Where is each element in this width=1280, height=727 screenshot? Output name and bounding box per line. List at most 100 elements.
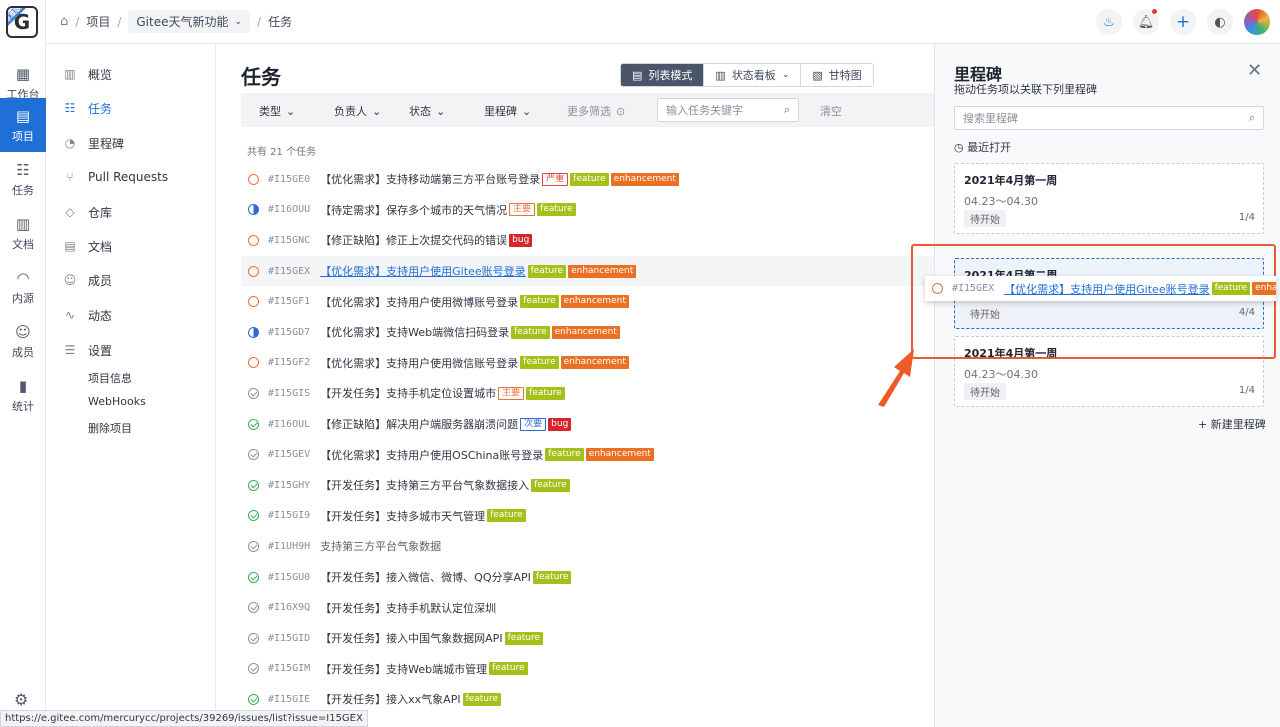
new-milestone-button[interactable]: + 新建里程碑 <box>1198 416 1266 432</box>
filter-assignee[interactable]: 负责人 ⌄ <box>334 103 381 119</box>
label-badge: 主要 <box>509 203 536 217</box>
issue-title[interactable]: 支持第三方平台气象数据 <box>320 538 441 554</box>
issue-title[interactable]: 【开发任务】支持第三方平台气象数据接入 <box>320 477 529 493</box>
breadcrumb-projects[interactable]: 项目 <box>86 13 110 30</box>
issue-title[interactable]: 【开发任务】支持多城市天气管理 <box>320 508 485 524</box>
table-row[interactable]: #I15GID 【开发任务】接入中国气象数据网API feature <box>241 623 934 654</box>
label-badge: 次要 <box>520 417 547 431</box>
nav-item-settings[interactable]: ☰ 设置 <box>46 338 215 362</box>
board-icon: ▥ <box>715 68 726 82</box>
label-badge: feature <box>532 570 572 584</box>
nav-item-milestones[interactable]: ◔ 里程碑 <box>46 131 215 155</box>
table-row[interactable]: #I16OUU 【待定需求】保存多个城市的天气情况 主要 feature <box>241 195 934 226</box>
page-title: 任务 <box>241 65 281 89</box>
table-row[interactable]: #I15GD7 【优化需求】支持Web端微信扫码登录 feature enhancem… <box>241 317 934 348</box>
rail-item-docs[interactable]: ▥ 文档 <box>0 206 46 260</box>
home-icon[interactable]: ⌂ <box>60 14 68 29</box>
avatar[interactable] <box>1244 9 1270 35</box>
label-badge: feature <box>520 356 559 370</box>
issue-title[interactable]: 【优化需求】支持移动端第三方平台账号登录 <box>320 171 540 187</box>
issue-title[interactable]: 【开发任务】支持手机定位设置城市 <box>320 385 496 401</box>
rail-item-members[interactable]: ☺ 成员 <box>0 314 46 368</box>
table-row[interactable]: #I15GEX 【优化需求】支持用户使用Gitee账号登录 feature enhan… <box>241 255 934 287</box>
view-list-button[interactable]: ▤ 列表模式 <box>621 64 705 86</box>
search-icon: ⌕ <box>1248 111 1255 124</box>
table-row[interactable]: #I15GNC 【修正缺陷】修正上次提交代码的错误 bug <box>241 225 934 256</box>
nav-item-overview[interactable]: ▥ 概览 <box>46 62 215 86</box>
status-done-icon <box>248 571 259 583</box>
close-icon[interactable]: ✕ <box>1247 60 1262 81</box>
doc-icon: ▥ <box>15 214 31 233</box>
table-row[interactable]: #I15GHY 【开发任务】支持第三方平台气象数据接入 feature <box>241 470 934 501</box>
task-search-input[interactable]: 输入任务关键字 ⌕ <box>657 98 799 122</box>
table-row[interactable]: #I15GIS 【开发任务】支持手机定位设置城市 主要 feature <box>241 378 934 409</box>
table-row[interactable]: #I15GI9 【开发任务】支持多城市天气管理 feature <box>241 501 934 532</box>
issue-title[interactable]: 【优化需求】支持Web端微信扫码登录 <box>320 324 509 340</box>
nav-sub-delete-project[interactable]: 删除项目 <box>88 420 132 436</box>
rail-item-stats[interactable]: ▮ 统计 <box>0 368 46 422</box>
plus-icon[interactable]: + <box>1170 9 1196 35</box>
palette-icon[interactable]: ◐ <box>1207 9 1233 35</box>
issue-id: #I15GHY <box>268 479 311 491</box>
issue-title[interactable]: 【待定需求】保存多个城市的天气情况 <box>320 202 507 218</box>
dragged-task[interactable]: #I15GEX 【优化需求】支持用户使用Gitee账号登录 feature en… <box>925 276 1276 301</box>
rail-item-projects[interactable]: ▤ 项目 <box>0 98 46 152</box>
project-switcher[interactable]: Gitee天气新功能 ⌄ <box>128 10 251 33</box>
issue-title[interactable]: 【开发任务】接入中国气象数据网API <box>320 630 502 646</box>
rail-item-innersource[interactable]: ◠ 内源 <box>0 260 46 314</box>
filter-milestone[interactable]: 里程碑 ⌄ <box>484 103 531 119</box>
bell-icon[interactable]: 🔔︎ <box>1133 9 1159 35</box>
app-rail: 标准版 G ▦ 工作台 ▤ 项目 ☷ 任务 ▥ 文档 ◠ 内源 ☺ 成员 ▮ 统计 ⚙ <box>0 0 46 727</box>
issue-title[interactable]: 【优化需求】支持用户使用微信账号登录 <box>320 355 518 371</box>
issue-title[interactable]: 【开发任务】支持Web端城市管理 <box>320 661 487 677</box>
table-row[interactable]: #I15GE0 【优化需求】支持移动端第三方平台账号登录 严重 feature enha… <box>241 164 934 195</box>
view-gantt-button[interactable]: ▧ 甘特图 <box>801 64 873 86</box>
issue-title[interactable]: 【修正缺陷】修正上次提交代码的错误 <box>320 232 507 248</box>
table-row[interactable]: #I1UH9H 支持第三方平台气象数据 <box>241 531 934 562</box>
status-closed-icon <box>248 540 259 552</box>
arrow-icon <box>878 349 914 407</box>
issue-title[interactable]: 【开发任务】接入xx气象API <box>320 691 460 707</box>
nav-sub-project-info[interactable]: 项目信息 <box>88 370 132 386</box>
nav-sub-webhooks[interactable]: WebHooks <box>88 395 146 408</box>
nav-item-members[interactable]: ☺ 成员 <box>46 268 215 292</box>
label-badge: feature <box>527 264 567 278</box>
status-done-icon <box>248 418 259 430</box>
clear-filters-button[interactable]: 清空 <box>820 103 842 119</box>
nav-item-tasks[interactable]: ☷ 任务 <box>46 96 215 120</box>
milestone-card[interactable]: 2021年4月第一周 04.23～04.30 待开始 1/4 <box>954 163 1264 234</box>
table-row[interactable]: #I15GF2 【优化需求】支持用户使用微信账号登录 feature enhancem… <box>241 348 934 379</box>
label-badge: feature <box>489 662 528 676</box>
view-board-button[interactable]: ▥ 状态看板 ⌄ <box>704 64 802 86</box>
nav-item-repos[interactable]: ◇ 仓库 <box>46 200 215 224</box>
filter-status[interactable]: 状态 ⌄ <box>409 103 445 119</box>
issue-title[interactable]: 【优化需求】支持用户使用OSChina账号登录 <box>320 447 543 463</box>
view-switcher: ▤ 列表模式 ▥ 状态看板 ⌄ ▧ 甘特图 <box>620 63 874 87</box>
issue-title[interactable]: 【优化需求】支持用户使用微博账号登录 <box>320 294 518 310</box>
table-row[interactable]: #I16X9Q 【开发任务】支持手机默认定位深圳 <box>241 592 934 623</box>
activity-icon: ∿ <box>64 308 76 322</box>
table-row[interactable]: #I15GIM 【开发任务】支持Web端城市管理 feature <box>241 654 934 685</box>
milestone-search-input[interactable]: 搜索里程碑 ⌕ <box>954 106 1264 130</box>
user-icon: ☺ <box>63 273 77 287</box>
issue-title[interactable]: 【优化需求】支持用户使用Gitee账号登录 <box>320 263 525 279</box>
gear-icon[interactable]: ⚙ <box>14 690 28 709</box>
table-row[interactable]: #I15GU0 【开发任务】接入微信、微博、QQ分享API feature <box>241 562 934 593</box>
gitee-logo[interactable]: 标准版 G <box>6 6 38 38</box>
chevron-down-icon: ⌄ <box>436 104 446 118</box>
nav-item-docs[interactable]: ▤ 文档 <box>46 234 215 258</box>
table-row[interactable]: #I15GEV 【优化需求】支持用户使用OSChina账号登录 feature enh… <box>241 439 934 470</box>
nav-item-activity[interactable]: ∿ 动态 <box>46 303 215 327</box>
rail-item-tasks[interactable]: ☷ 任务 <box>0 152 46 206</box>
issue-title[interactable]: 【开发任务】接入微信、微博、QQ分享API <box>320 569 531 585</box>
fire-icon[interactable]: ♨ <box>1096 9 1122 35</box>
nav-item-pull-requests[interactable]: ⑂ Pull Requests <box>46 165 215 189</box>
table-row[interactable]: #I15GF1 【优化需求】支持用户使用微博账号登录 feature enhancem… <box>241 286 934 317</box>
label-badge: enhancement <box>585 448 654 462</box>
issue-title[interactable]: 【修正缺陷】解决用户端服务器崩溃问题 <box>320 416 518 432</box>
more-filters[interactable]: 更多筛选 ⊙ <box>567 103 625 119</box>
filter-type[interactable]: 类型 ⌄ <box>259 103 295 119</box>
table-row[interactable]: #I16OUL 【修正缺陷】解决用户端服务器崩溃问题 次要 bug <box>241 409 934 440</box>
issue-title[interactable]: 【开发任务】支持手机默认定位深圳 <box>320 600 496 616</box>
notification-dot <box>1152 9 1157 14</box>
